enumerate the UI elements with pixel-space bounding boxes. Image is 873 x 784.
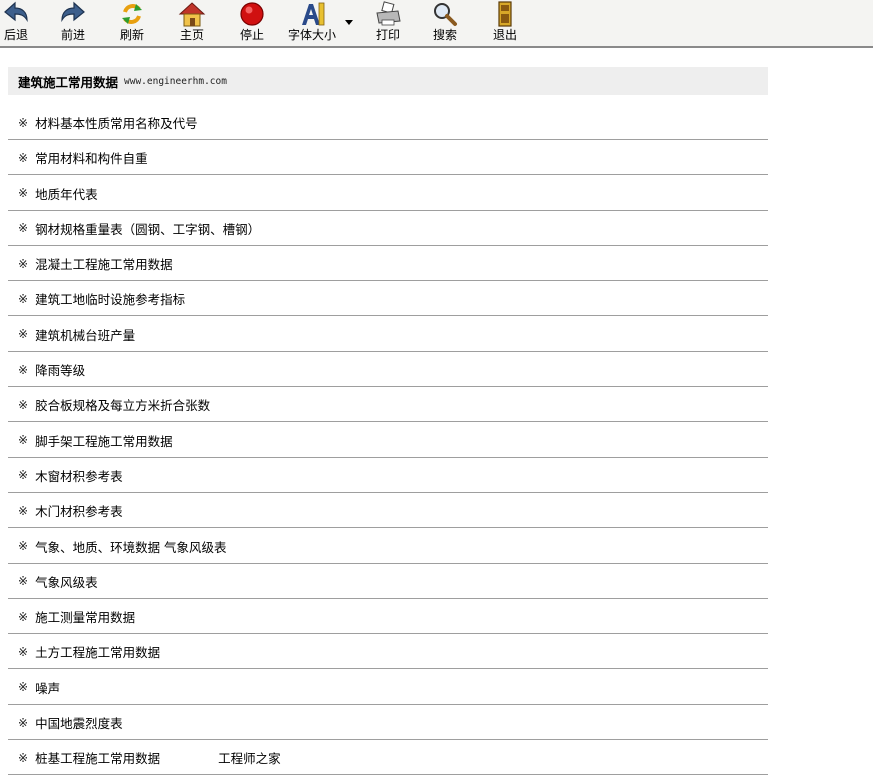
page-title: 建筑施工常用数据 (18, 74, 119, 90)
home-button[interactable]: 主页 (168, 0, 216, 46)
font-size-button[interactable]: 字体大小 (286, 0, 338, 46)
bullet-icon: ※ (18, 433, 29, 448)
printer-icon (376, 1, 401, 26)
back-label: 后退 (3, 28, 28, 42)
exit-door-icon (498, 1, 512, 27)
list-item[interactable]: ※ 降雨等级 (8, 353, 768, 388)
forward-button[interactable]: 前进 (49, 0, 97, 46)
list-item-label: 建筑机械台班产量 (35, 327, 136, 343)
stop-label: 停止 (239, 28, 264, 42)
list-item-label: 常用材料和构件自重 (35, 151, 148, 167)
bullet-icon: ※ (18, 362, 29, 377)
exit-button[interactable]: 退出 (481, 0, 529, 46)
list-item[interactable]: ※ 建筑机械台班产量 (8, 318, 768, 352)
refresh-label: 刷新 (119, 28, 144, 42)
site-url: www.engineerhm.com (124, 75, 227, 87)
print-button[interactable]: 打印 (364, 0, 412, 46)
refresh-button[interactable]: 刷新 (108, 0, 156, 46)
forward-label: 前进 (60, 28, 85, 42)
exit-label: 退出 (492, 28, 517, 42)
list-item[interactable]: ※ 建筑工地临时设施参考指标 (8, 282, 768, 317)
list-item[interactable]: ※ 施工测量常用数据 (8, 600, 768, 635)
stop-icon (240, 2, 264, 26)
back-button[interactable]: 后退 (0, 0, 40, 46)
bullet-icon: ※ (18, 468, 29, 483)
font-size-label: 字体大小 (287, 28, 336, 42)
list-item[interactable]: ※ 木窗材积参考表 (8, 459, 768, 493)
bullet-icon: ※ (18, 609, 29, 624)
site-name-label: 工程师之家 (218, 751, 281, 767)
bullet-icon: ※ (18, 115, 29, 130)
bullet-icon: ※ (18, 644, 29, 659)
refresh-icon (122, 4, 142, 24)
list-item-label: 施工测量常用数据 (35, 610, 136, 626)
stop-button[interactable]: 停止 (228, 0, 276, 46)
forward-arrow-icon (61, 1, 85, 23)
bullet-icon: ※ (18, 503, 29, 518)
list-item[interactable]: ※ 胶合板规格及每立方米折合张数 (8, 388, 768, 423)
bullet-icon: ※ (18, 539, 29, 554)
list-item[interactable]: ※ 脚手架工程施工常用数据 (8, 424, 768, 458)
bullet-icon: ※ (18, 750, 29, 765)
list-item-label: 土方工程施工常用数据 (35, 645, 161, 661)
list-item-label: 气象风级表 (35, 574, 98, 590)
bullet-icon: ※ (18, 715, 29, 730)
caret-down-icon (345, 20, 353, 25)
back-arrow-icon (4, 1, 28, 23)
list-item-label: 混凝土工程施工常用数据 (35, 257, 173, 273)
bullet-icon: ※ (18, 680, 29, 695)
list-item-label: 材料基本性质常用名称及代号 (35, 116, 198, 131)
list-item-label: 中国地震烈度表 (35, 716, 123, 732)
bullet-icon: ※ (18, 221, 29, 236)
list-item-label: 胶合板规格及每立方米折合张数 (35, 398, 211, 414)
bullet-icon: ※ (18, 186, 29, 201)
home-label: 主页 (179, 28, 204, 42)
bullet-icon: ※ (18, 327, 29, 342)
search-icon (434, 3, 457, 26)
font-size-icon (302, 2, 325, 26)
bullet-icon: ※ (18, 397, 29, 412)
toolbar: 后退 前进 刷新 主页 停止 字体大小 打印 搜索 退出 (0, 0, 873, 48)
font-size-dropdown[interactable] (342, 14, 356, 28)
list-item[interactable]: ※ 气象风级表 (8, 565, 768, 599)
list-item[interactable]: ※ 桩基工程施工常用数据 工程师之家 (8, 741, 768, 776)
list-item-label: 降雨等级 (35, 363, 86, 379)
list-item-label: 气象、地质、环境数据 气象风级表 (35, 539, 227, 555)
page-header: 建筑施工常用数据 www.engineerhm.com (8, 67, 768, 95)
search-label: 搜索 (432, 28, 457, 42)
home-icon (178, 2, 206, 27)
list-item-label: 噪声 (35, 680, 61, 696)
bullet-icon: ※ (18, 574, 29, 589)
bullet-icon: ※ (18, 291, 29, 306)
bullet-icon: ※ (18, 150, 29, 165)
list-item[interactable]: ※ 地质年代表 (8, 177, 768, 211)
bullet-icon: ※ (18, 256, 29, 271)
print-label: 打印 (375, 28, 400, 42)
list-item[interactable]: ※ 气象、地质、环境数据 气象风级表 (8, 530, 768, 564)
list-item-label: 木门材积参考表 (35, 504, 123, 520)
list-item-label: 钢材规格重量表（圆钢、工字钢、槽钢） (35, 221, 261, 237)
list-item[interactable]: ※ 混凝土工程施工常用数据 (8, 247, 768, 282)
list-item[interactable]: ※ 材料基本性质常用名称及代号 (8, 106, 768, 140)
data-category-list: ※ 材料基本性质常用名称及代号 ※ 常用材料和构件自重 ※ 地质年代表 ※ 钢材规格重量… (8, 106, 768, 777)
list-item-label: 脚手架工程施工常用数据 (35, 433, 173, 449)
search-button[interactable]: 搜索 (421, 0, 469, 46)
list-item[interactable]: ※ 木门材积参考表 (8, 494, 768, 529)
list-item-label: 建筑工地临时设施参考指标 (35, 292, 186, 308)
list-item[interactable]: ※ 噪声 (8, 671, 768, 705)
list-item[interactable]: ※ 常用材料和构件自重 (8, 141, 768, 176)
list-item[interactable]: ※ 中国地震烈度表 (8, 706, 768, 741)
list-item-label: 地质年代表 (35, 186, 98, 202)
list-item-label: 木窗材积参考表 (35, 468, 123, 484)
list-item[interactable]: ※ 土方工程施工常用数据 (8, 635, 768, 670)
list-item-label: 桩基工程施工常用数据 (35, 751, 161, 767)
list-item[interactable]: ※ 钢材规格重量表（圆钢、工字钢、槽钢） (8, 212, 768, 246)
